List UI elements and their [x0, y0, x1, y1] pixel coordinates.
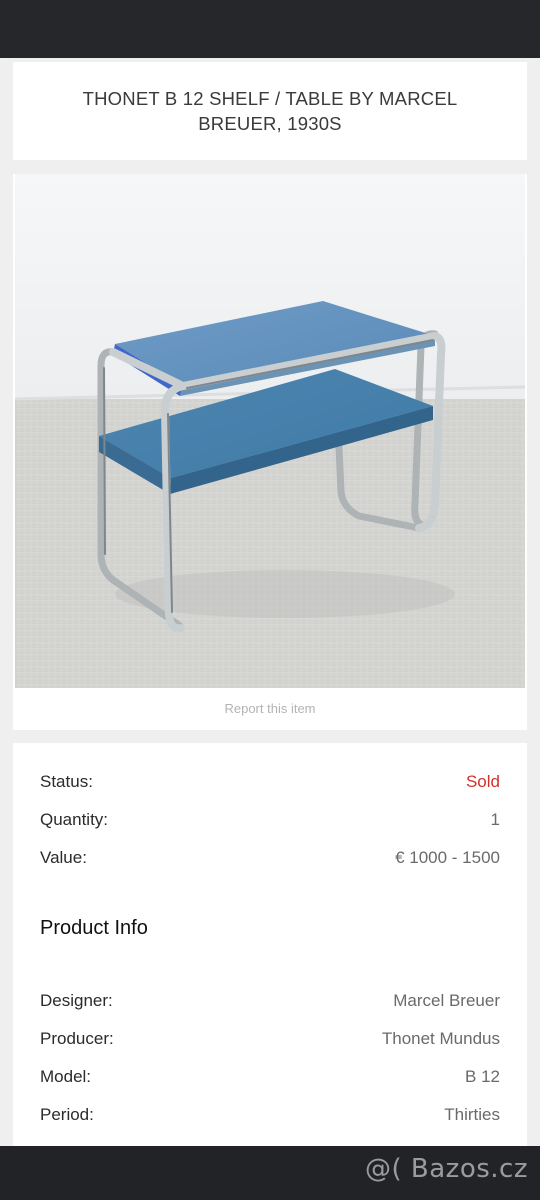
model-label: Model:	[40, 1067, 92, 1086]
info-card: Status: Sold Quantity: 1 Value: € 1000 -…	[13, 743, 527, 1163]
model-value: B 12	[465, 1067, 500, 1086]
page-title: THONET B 12 SHELF / TABLE BY MARCEL BREU…	[82, 88, 458, 134]
period-row: Period: Thirties	[40, 1103, 500, 1127]
value-amount: € 1000 - 1500	[395, 848, 500, 867]
producer-label: Producer:	[40, 1029, 114, 1048]
designer-row: Designer: Marcel Breuer	[40, 989, 500, 1013]
status-row: Status: Sold	[40, 770, 500, 794]
product-photo[interactable]	[15, 174, 525, 688]
image-card: Report this item	[13, 174, 527, 730]
status-label: Status:	[40, 772, 93, 791]
bazos-watermark: @( Bazos.cz	[365, 1154, 528, 1184]
period-value: Thirties	[444, 1105, 500, 1124]
designer-label: Designer:	[40, 991, 113, 1010]
producer-row: Producer: Thonet Mundus	[40, 1027, 500, 1051]
quantity-row: Quantity: 1	[40, 808, 500, 832]
value-label: Value:	[40, 848, 87, 867]
model-row: Model: B 12	[40, 1065, 500, 1089]
quantity-value: 1	[490, 810, 500, 829]
designer-value: Marcel Breuer	[393, 991, 500, 1010]
quantity-label: Quantity:	[40, 810, 109, 829]
period-label: Period:	[40, 1105, 94, 1124]
producer-value: Thonet Mundus	[381, 1029, 500, 1048]
status-bar	[0, 0, 540, 58]
report-item-link[interactable]: Report this item	[13, 701, 527, 716]
value-row: Value: € 1000 - 1500	[40, 846, 500, 870]
status-value: Sold	[465, 772, 500, 791]
product-info-heading: Product Info	[40, 917, 148, 939]
title-card: THONET B 12 SHELF / TABLE BY MARCEL BREU…	[13, 62, 527, 160]
